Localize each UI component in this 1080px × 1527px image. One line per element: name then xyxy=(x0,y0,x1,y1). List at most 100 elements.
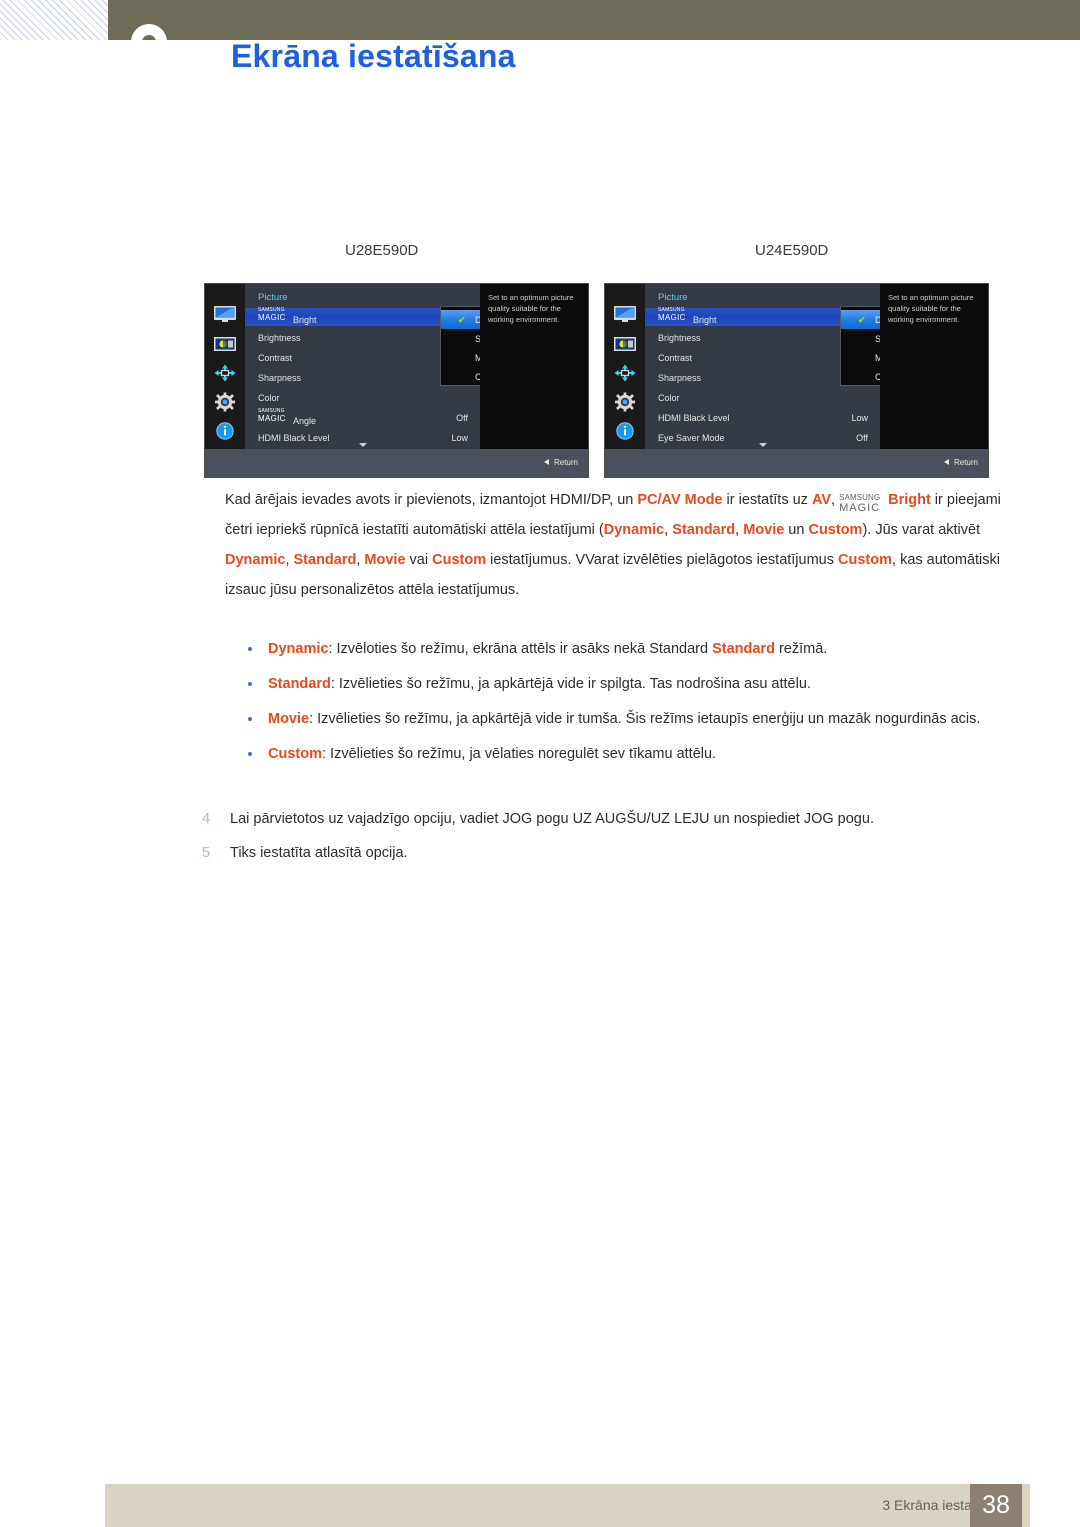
picture-icon[interactable] xyxy=(613,334,637,354)
para-hl-custom-2: Custom xyxy=(432,552,487,568)
step-item: 5 Tiks iestatīta atlasītā opcija. xyxy=(190,840,1050,866)
osd-help-panel: Set to an optimum picture quality suitab… xyxy=(480,284,588,449)
para-text: , xyxy=(831,492,840,508)
bullet-text-tail: režīmā. xyxy=(774,641,828,657)
bullet-text: : Izvēloties šo režīmu, ekrāna attēls ir… xyxy=(328,641,713,657)
gear-icon[interactable] xyxy=(213,392,237,412)
osd-screenshot-u28e590d: Picture SAMSUNG MAGIC Bright Brightness … xyxy=(204,283,589,478)
osd-row-value: Off xyxy=(456,413,468,423)
para-hl-standard-2: Standard xyxy=(293,552,357,568)
para-text: iestatījumus. VVarat izvēlēties pielāgot… xyxy=(486,552,839,568)
para-hl-movie-2: Movie xyxy=(364,552,406,568)
para-hl-dynamic-1: Dynamic xyxy=(603,522,665,538)
osd-return-button[interactable]: Return xyxy=(543,458,578,467)
step-number: 4 xyxy=(201,810,211,827)
para-text: un xyxy=(784,522,809,538)
osd-row-label: Bright xyxy=(693,315,717,325)
osd-menu-title: Picture xyxy=(658,292,688,303)
list-item: Custom: Izvēlieties šo režīmu, ja vēlati… xyxy=(225,741,1025,767)
para-hl-standard-1: Standard xyxy=(672,522,736,538)
para-text: Kad ārējais ievades avots ir pievienots,… xyxy=(225,492,638,508)
scroll-down-caret-icon[interactable] xyxy=(758,443,767,447)
step-item: 4 Lai pārvietotos uz vajadzīgo opciju, va… xyxy=(190,806,1050,832)
dpad-icon[interactable] xyxy=(613,363,637,383)
osd-screenshot-u24e590d: Picture SAMSUNG MAGIC Bright Brightness … xyxy=(604,283,989,478)
osd-row-label: HDMI Black Level xyxy=(658,413,730,423)
step-text: Tiks iestatīta atlasītā opcija. xyxy=(230,845,408,861)
osd-help-text: Set to an optimum picture quality suitab… xyxy=(488,293,574,324)
monitor-icon[interactable] xyxy=(213,304,237,324)
bullet-term: Dynamic xyxy=(268,641,329,657)
left-arrow-icon xyxy=(543,458,549,465)
osd-return-button[interactable]: Return xyxy=(943,458,978,467)
para-hl-dynamic-2: Dynamic xyxy=(225,552,286,568)
osd-row-label: Contrast xyxy=(658,353,693,363)
bullet-text: : Izvēlieties šo režīmu, ja apkārtējā vi… xyxy=(330,676,811,692)
osd-row-label: HDMI Black Level xyxy=(258,433,330,443)
osd-row-hdmi-black-level[interactable]: HDMI Black Level Low xyxy=(645,409,880,427)
osd-bottom-bar: Return xyxy=(605,449,988,477)
step-number: 5 xyxy=(201,844,211,861)
step-text: Lai pārvietotos uz vajadzīgo opciju, vad… xyxy=(230,811,874,827)
monitor-icon[interactable] xyxy=(613,304,637,324)
header-hatch-decoration xyxy=(0,0,108,40)
dpad-icon[interactable] xyxy=(213,363,237,383)
check-icon: ✔ xyxy=(858,315,866,325)
list-item: Standard: Izvēlieties šo režīmu, ja apkā… xyxy=(225,671,1025,697)
osd-menu-panel: Picture SAMSUNG MAGIC Bright Brightness … xyxy=(645,284,963,449)
bullet-term: Movie xyxy=(268,711,310,727)
header-bar xyxy=(108,0,1080,40)
osd-row-color[interactable]: Color xyxy=(245,389,480,407)
left-arrow-icon xyxy=(943,458,949,465)
footer-page-number: 38 xyxy=(970,1484,1022,1527)
bullet-text: : Izvēlieties šo režīmu, ja apkārtējā vi… xyxy=(309,711,981,727)
check-icon: ✔ xyxy=(458,315,466,325)
osd-menu-title: Picture xyxy=(258,292,288,303)
osd-help-panel: Set to an optimum picture quality suitab… xyxy=(880,284,988,449)
para-text: vai xyxy=(405,552,433,568)
samsung-magic-logo: SAMSUNG MAGIC xyxy=(258,307,286,322)
picture-icon[interactable] xyxy=(213,334,237,354)
samsung-magic-logo: SAMSUNG MAGIC xyxy=(839,493,881,514)
para-hl-custom-1: Custom xyxy=(808,522,863,538)
bullet-term: Custom xyxy=(268,746,322,762)
para-hl-av: AV xyxy=(811,492,832,508)
para-text: ). Jūs varat aktivēt xyxy=(862,522,981,538)
osd-bottom-bar: Return xyxy=(205,449,588,477)
osd-row-label: Bright xyxy=(293,315,317,325)
list-item: Dynamic: Izvēloties šo režīmu, ekrāna at… xyxy=(225,636,1025,662)
bullet-text: : Izvēlieties šo režīmu, ja vēlaties nor… xyxy=(321,746,717,762)
osd-row-label: Angle xyxy=(293,416,317,426)
osd-row-label: Eye Saver Mode xyxy=(658,433,725,443)
osd-row-label: Brightness xyxy=(258,333,301,343)
para-text: , xyxy=(285,552,294,568)
para-text: , xyxy=(735,522,744,538)
osd-help-text: Set to an optimum picture quality suitab… xyxy=(888,293,974,324)
description-paragraph: Kad ārējais ievades avots ir pievienots,… xyxy=(225,485,1025,605)
osd-row-color[interactable]: Color xyxy=(645,389,880,407)
monitor-model-label-1: U28E590D xyxy=(345,242,419,259)
scroll-down-caret-icon[interactable] xyxy=(358,443,367,447)
samsung-magic-logo: SAMSUNG MAGIC xyxy=(658,307,686,322)
info-icon[interactable] xyxy=(613,421,637,441)
osd-row-label: Brightness xyxy=(658,333,701,343)
info-icon[interactable] xyxy=(213,421,237,441)
osd-return-label: Return xyxy=(953,458,978,467)
osd-row-value: Low xyxy=(451,433,468,443)
osd-row-label: Contrast xyxy=(258,353,293,363)
osd-row-value: Off xyxy=(856,433,868,443)
gear-icon[interactable] xyxy=(613,392,637,412)
monitor-model-label-2: U24E590D xyxy=(755,242,829,259)
osd-return-label: Return xyxy=(553,458,578,467)
list-item: Movie: Izvēlieties šo režīmu, ja apkārtē… xyxy=(225,706,1025,732)
para-hl-pcav: PC/AV Mode xyxy=(637,492,723,508)
bullet-term: Standard xyxy=(268,676,331,692)
osd-row-magicangle[interactable]: SAMSUNG MAGIC Angle Off xyxy=(245,408,480,427)
para-hl-movie-1: Movie xyxy=(743,522,785,538)
samsung-magic-logo: SAMSUNG MAGIC xyxy=(258,408,286,423)
osd-row-label: Color xyxy=(658,393,680,403)
para-text: ir iestatīts uz xyxy=(722,492,812,508)
bullet-term-inline: Standard xyxy=(712,641,775,657)
numbered-steps: 4 Lai pārvietotos uz vajadzīgo opciju, va… xyxy=(190,806,1050,874)
osd-row-label: Sharpness xyxy=(658,373,702,383)
